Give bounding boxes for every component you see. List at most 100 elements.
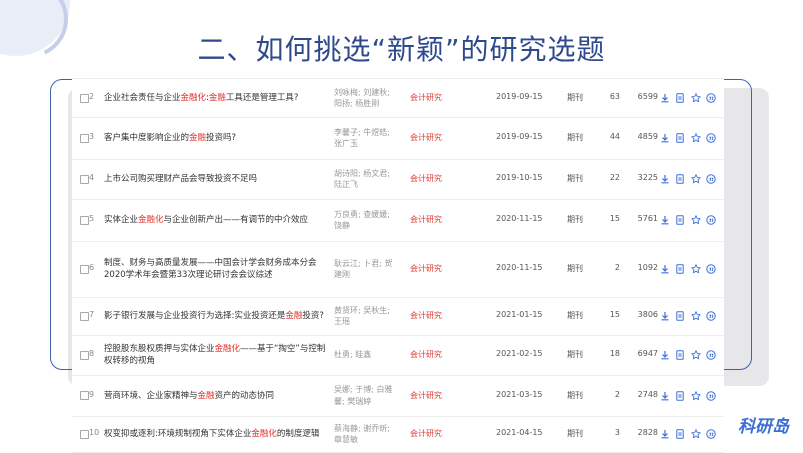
article-title-link[interactable]: 营商环境、企业家精神与金融资产的动态协同: [104, 390, 326, 402]
favorite-star-icon[interactable]: [690, 263, 702, 274]
article-title-link[interactable]: 上市公司购买理财产品会导致投资不足吗: [104, 173, 326, 185]
publish-date: 2021-02-15: [496, 349, 543, 358]
favorite-star-icon[interactable]: [690, 310, 702, 321]
download-icon[interactable]: [660, 311, 670, 321]
journal-source-link[interactable]: 会计研究: [410, 92, 460, 103]
article-title-link[interactable]: 客户集中度影响企业的金融投资吗?: [104, 132, 326, 144]
article-authors[interactable]: 蔡海静; 谢乔昕; 章慧敏: [334, 423, 400, 446]
journal-source-link[interactable]: 会计研究: [410, 214, 460, 225]
title-text: 客户集中度影响企业的: [104, 133, 190, 143]
publish-date: 2021-03-15: [496, 389, 543, 399]
highlighted-keyword: 金融: [189, 133, 207, 143]
highlighted-keyword: 金融: [285, 311, 303, 321]
title-text: 企业社会责任与企业: [104, 93, 181, 103]
read-online-icon[interactable]: [675, 93, 685, 103]
article-title-link[interactable]: 实体企业金融化与企业创新产出——有调节的中介效应: [104, 214, 326, 226]
row-number: 5: [89, 214, 95, 223]
publish-date: 2021-01-15: [496, 310, 543, 319]
database-type: 期刊: [567, 350, 583, 359]
read-online-icon[interactable]: [675, 174, 685, 184]
row-checkbox[interactable]: [80, 133, 89, 143]
cite-quote-icon[interactable]: [706, 429, 716, 439]
article-title-link[interactable]: 影子银行发展与企业投资行为选择:实业投资还是金融投资?: [104, 310, 326, 322]
article-authors[interactable]: 刘咏梅; 刘建秋; 阳扬; 杨胜刚: [334, 87, 400, 110]
article-title-link[interactable]: 企业社会责任与企业金融化:金融工具还是管理工具?: [104, 92, 326, 104]
cite-quote-icon[interactable]: [706, 264, 716, 274]
cite-quote-icon[interactable]: [706, 215, 716, 225]
favorite-star-icon[interactable]: [690, 390, 702, 401]
read-online-icon[interactable]: [675, 264, 685, 274]
article-title-link[interactable]: 制度、财务与高质量发展——中国会计学会财务成本分会2020学术年会暨第33次理论…: [104, 257, 326, 281]
download-count: 2828: [637, 428, 658, 437]
read-online-icon[interactable]: [675, 133, 685, 143]
table-row: 9 营商环境、企业家精神与金融资产的动态协同 吴娜; 于博; 白雅馨; 樊瑞婷 会计研…: [72, 375, 724, 417]
citation-count: 2: [614, 389, 620, 399]
article-title-link[interactable]: 权变抑或逐利:环境规制视角下实体企业金融化的制度逻辑: [104, 428, 326, 440]
row-checkbox[interactable]: [80, 93, 89, 103]
favorite-star-icon[interactable]: [690, 428, 702, 439]
read-online-icon[interactable]: [675, 429, 685, 439]
article-authors[interactable]: 耿云江; 卜君; 贺建刚: [334, 258, 400, 281]
cite-quote-icon[interactable]: [706, 390, 716, 401]
journal-source-link[interactable]: 会计研究: [410, 390, 460, 401]
download-icon[interactable]: [660, 215, 670, 225]
article-authors[interactable]: 万良勇; 查媛媛; 饶静: [334, 209, 400, 232]
cite-quote-icon[interactable]: [706, 311, 716, 321]
article-authors[interactable]: 黄贤环; 吴秋生; 王瑶: [334, 305, 400, 328]
row-checkbox[interactable]: [80, 350, 89, 360]
download-icon[interactable]: [660, 174, 670, 184]
row-checkbox[interactable]: [80, 311, 89, 321]
title-text: 投资吗?: [206, 133, 237, 143]
download-icon[interactable]: [660, 391, 670, 401]
publish-date: 2019-10-15: [496, 173, 543, 182]
cite-quote-icon[interactable]: [706, 350, 716, 360]
citation-count: 2: [614, 263, 620, 272]
favorite-star-icon[interactable]: [690, 173, 702, 184]
cite-quote-icon[interactable]: [706, 133, 716, 143]
row-actions: [660, 173, 724, 186]
row-actions: [660, 92, 724, 105]
journal-source-link[interactable]: 会计研究: [410, 132, 460, 143]
title-text: 投资?: [302, 311, 324, 321]
highlighted-keyword: 金融化: [251, 429, 277, 439]
read-online-icon[interactable]: [675, 390, 685, 401]
article-authors[interactable]: 胡诗阳; 杨文君; 陆正飞: [334, 168, 400, 191]
read-online-icon[interactable]: [675, 215, 685, 225]
row-checkbox[interactable]: [80, 429, 89, 439]
citation-count: 22: [609, 173, 620, 182]
journal-source-link[interactable]: 会计研究: [410, 310, 460, 321]
title-text: 与企业创新产出——有调节的中介效应: [163, 215, 309, 225]
article-authors[interactable]: 李馨子; 牛煜皓; 张广玉: [334, 127, 400, 150]
cite-quote-icon[interactable]: [706, 93, 716, 103]
download-icon[interactable]: [660, 264, 670, 274]
journal-source-link[interactable]: 会计研究: [410, 349, 460, 360]
favorite-star-icon[interactable]: [690, 349, 702, 360]
article-authors[interactable]: 杜勇; 眭鑫: [334, 349, 400, 361]
favorite-star-icon[interactable]: [690, 92, 702, 103]
row-checkbox[interactable]: [80, 215, 89, 225]
favorite-star-icon[interactable]: [690, 132, 702, 143]
download-icon[interactable]: [660, 93, 670, 103]
download-icon[interactable]: [660, 350, 670, 360]
row-checkbox[interactable]: [80, 264, 89, 274]
download-count: 5761: [637, 214, 658, 223]
table-row: 8 控股股东股权质押与实体企业金融化——基于“掏空”与控制权转移的视角 杜勇; 眭鑫…: [72, 335, 724, 376]
row-checkbox[interactable]: [80, 391, 89, 400]
article-title-link[interactable]: 控股股东股权质押与实体企业金融化——基于“掏空”与控制权转移的视角: [104, 343, 326, 367]
row-actions: [660, 214, 724, 227]
read-online-icon[interactable]: [675, 350, 685, 360]
cite-quote-icon[interactable]: [706, 174, 716, 184]
download-icon[interactable]: [660, 133, 670, 143]
row-checkbox[interactable]: [80, 174, 89, 184]
title-text: 工具还是管理工具?: [225, 93, 299, 103]
database-type: 期刊: [567, 133, 583, 142]
publish-date: 2021-04-15: [496, 428, 543, 437]
favorite-star-icon[interactable]: [690, 214, 702, 225]
article-authors[interactable]: 吴娜; 于博; 白雅馨; 樊瑞婷: [334, 384, 400, 407]
journal-source-link[interactable]: 会计研究: [410, 428, 460, 439]
read-online-icon[interactable]: [675, 311, 685, 321]
journal-source-link[interactable]: 会计研究: [410, 173, 460, 184]
download-icon[interactable]: [660, 429, 670, 439]
journal-source-link[interactable]: 会计研究: [410, 263, 460, 274]
row-actions: [660, 390, 724, 403]
